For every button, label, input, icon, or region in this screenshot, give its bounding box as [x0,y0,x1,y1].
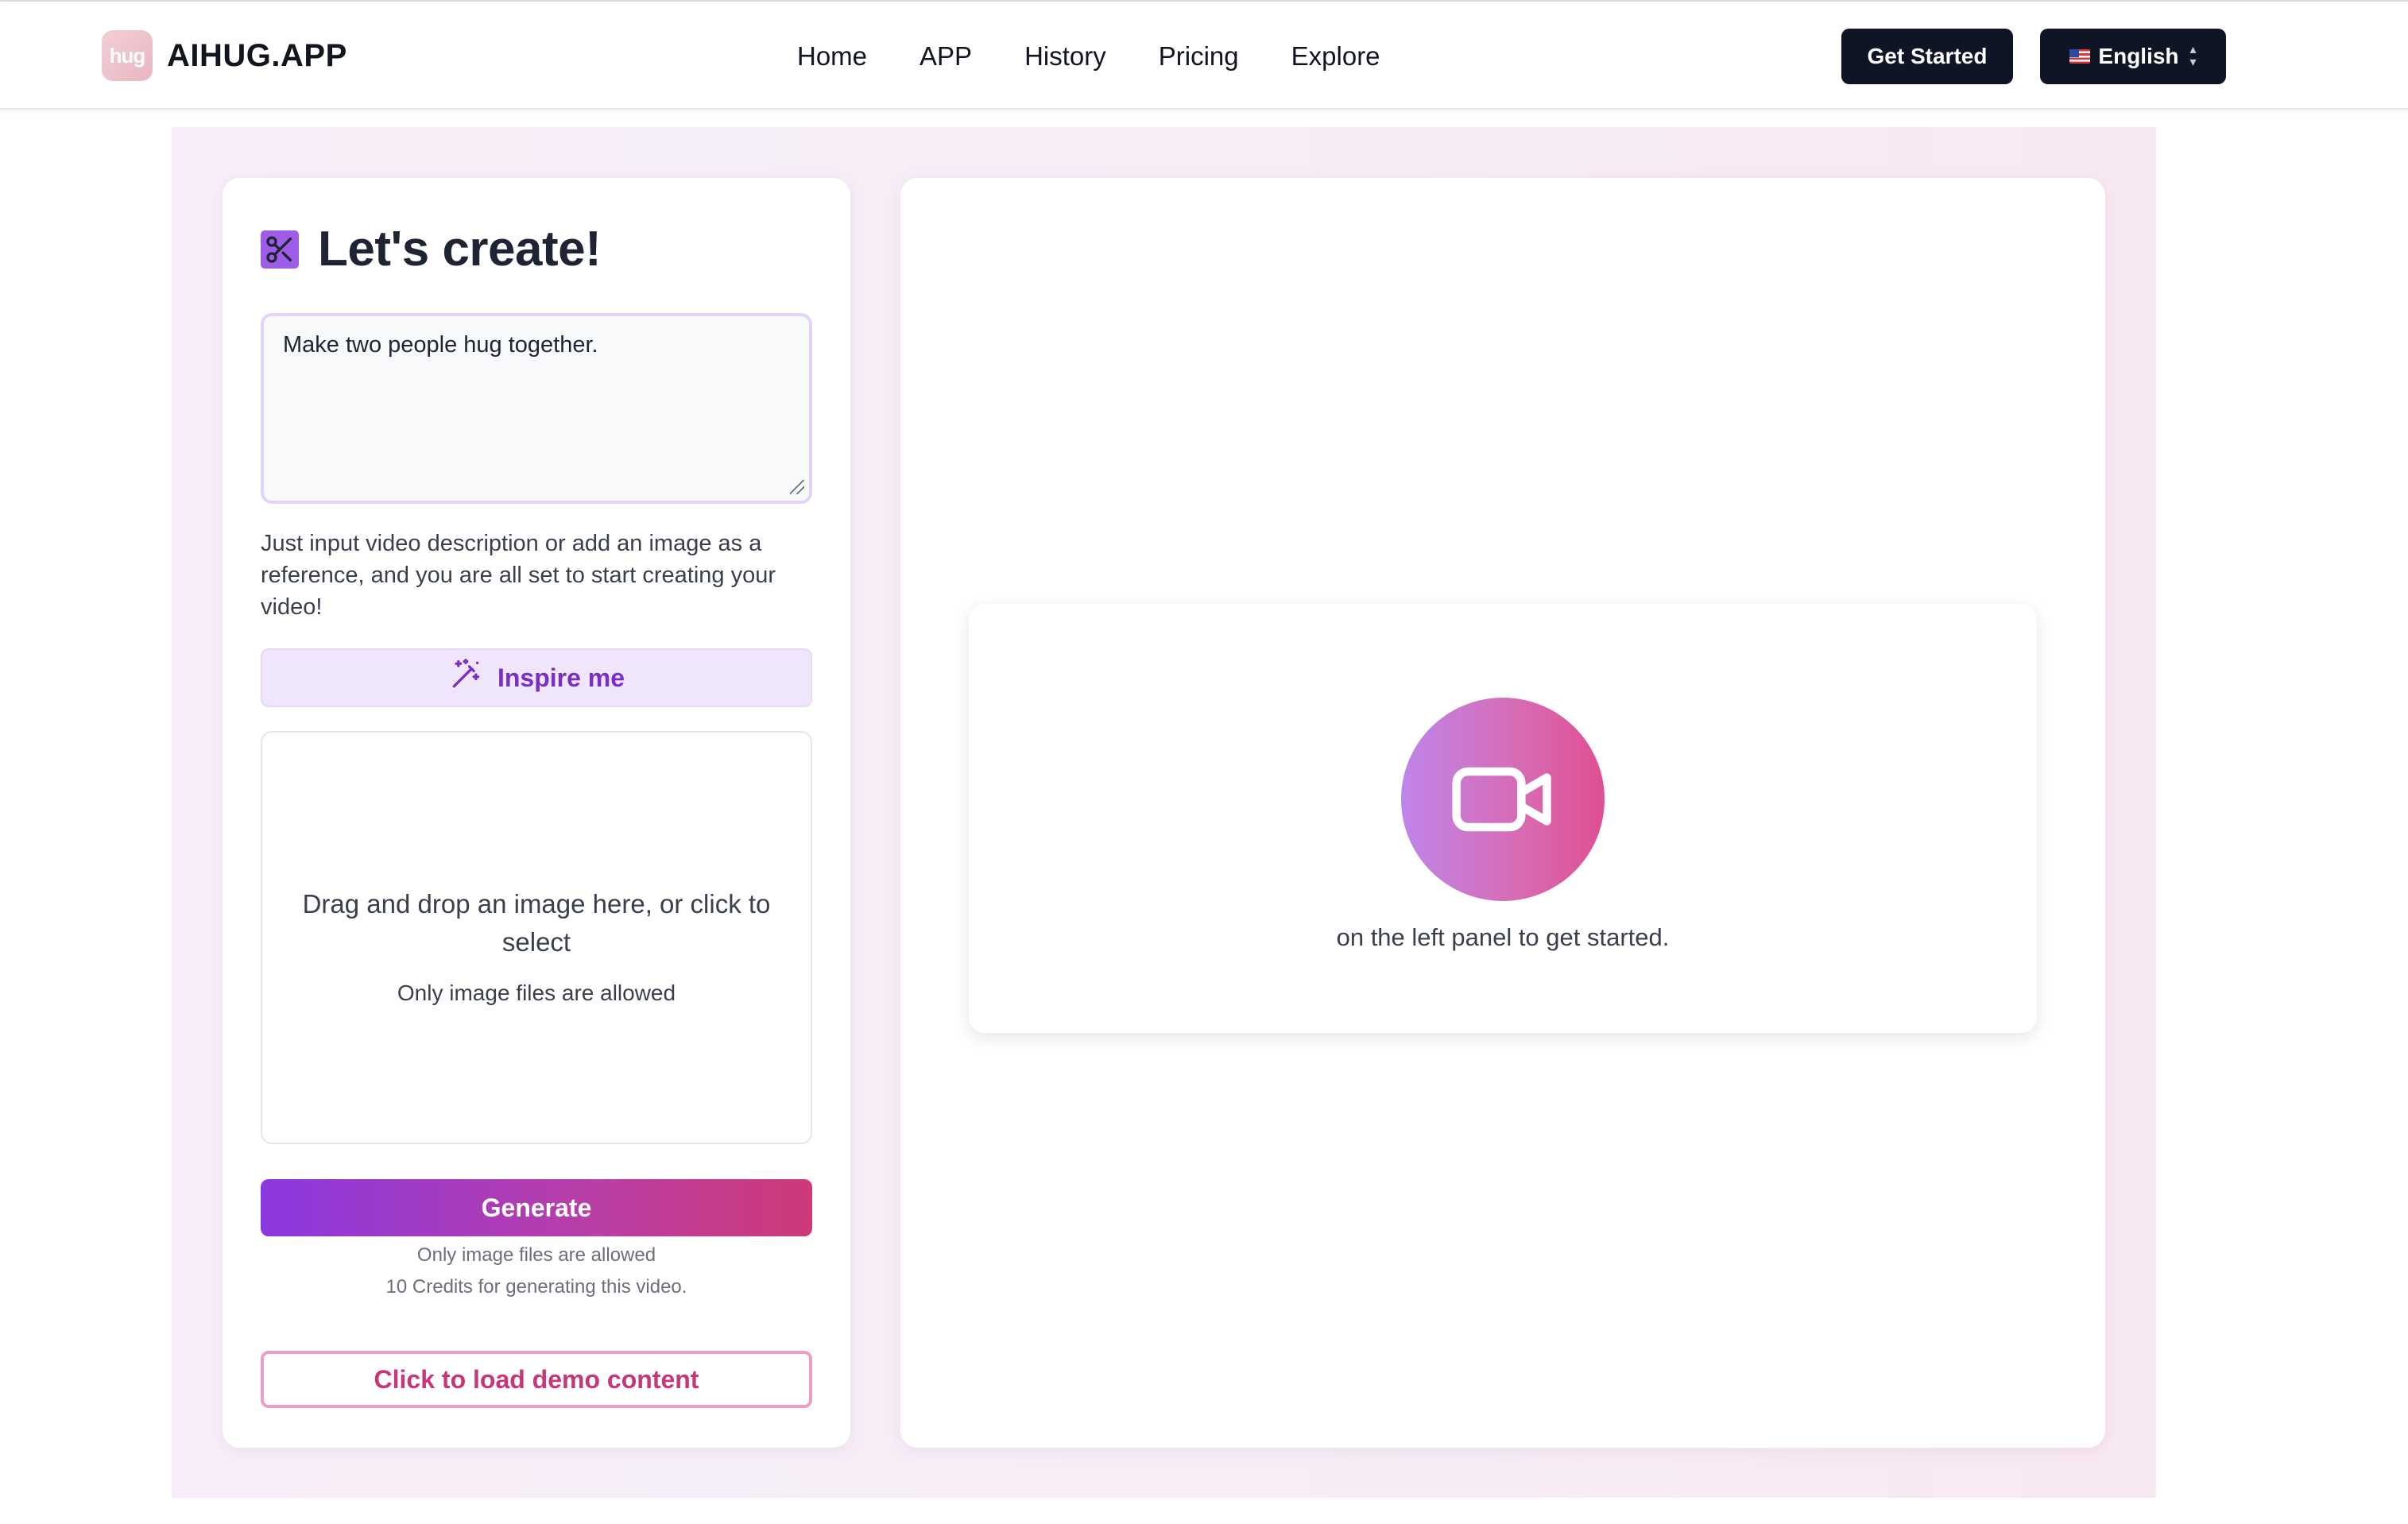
textarea-resize-handle[interactable] [790,480,804,494]
language-selector[interactable]: English ▴ ▾ [2040,29,2226,84]
instruction-text: Just input video description or add an i… [261,531,776,620]
video-description-input[interactable] [261,313,812,504]
empty-state-card: on the left panel to get started. [969,604,2037,1033]
dropzone-instruction: Drag and drop an image here, or click to… [302,889,771,957]
main-nav: Home APP History Pricing Explore [797,37,1380,76]
scissors-icon [261,230,299,269]
nav-app[interactable]: APP [919,41,972,72]
nav-explore[interactable]: Explore [1291,41,1380,72]
credits-note: 10 Credits for generating this video. [385,1276,687,1298]
logo-mark: hug [102,30,153,81]
video-camera-icon [1401,698,1605,901]
dropzone-file-note: Only image files are allowed [397,981,676,1005]
preview-panel: on the left panel to get started. [900,178,2105,1448]
file-type-note: Only image files are allowed [416,1244,656,1266]
nav-history[interactable]: History [1024,41,1106,72]
load-demo-button[interactable]: Click to load demo content [261,1351,812,1408]
nav-home[interactable]: Home [797,41,867,72]
magic-wand-icon [448,657,483,698]
nav-pricing[interactable]: Pricing [1159,41,1239,72]
us-flag-icon [2069,49,2091,64]
inspire-me-label: Inspire me [497,663,625,692]
generate-button[interactable]: Generate [261,1179,812,1236]
image-dropzone[interactable]: Drag and drop an image here, or click to… [261,731,812,1144]
brand-logo[interactable]: hug AIHUG.APP [102,30,347,81]
page-title: Let's create! [318,222,602,277]
get-started-button[interactable]: Get Started [1841,29,2013,84]
empty-state-text: on the left panel to get started. [1336,923,1670,951]
language-label: English [2098,44,2179,68]
create-title-row: Let's create! [261,221,602,277]
inspire-me-button[interactable]: Inspire me [261,648,812,707]
create-panel: Let's create! Just input video descripti… [223,178,850,1448]
brand-name: AIHUG.APP [167,37,347,73]
site-header: hug AIHUG.APP Home APP History Pricing E… [0,2,2408,110]
chevron-up-down-icon: ▴ ▾ [2189,43,2197,69]
